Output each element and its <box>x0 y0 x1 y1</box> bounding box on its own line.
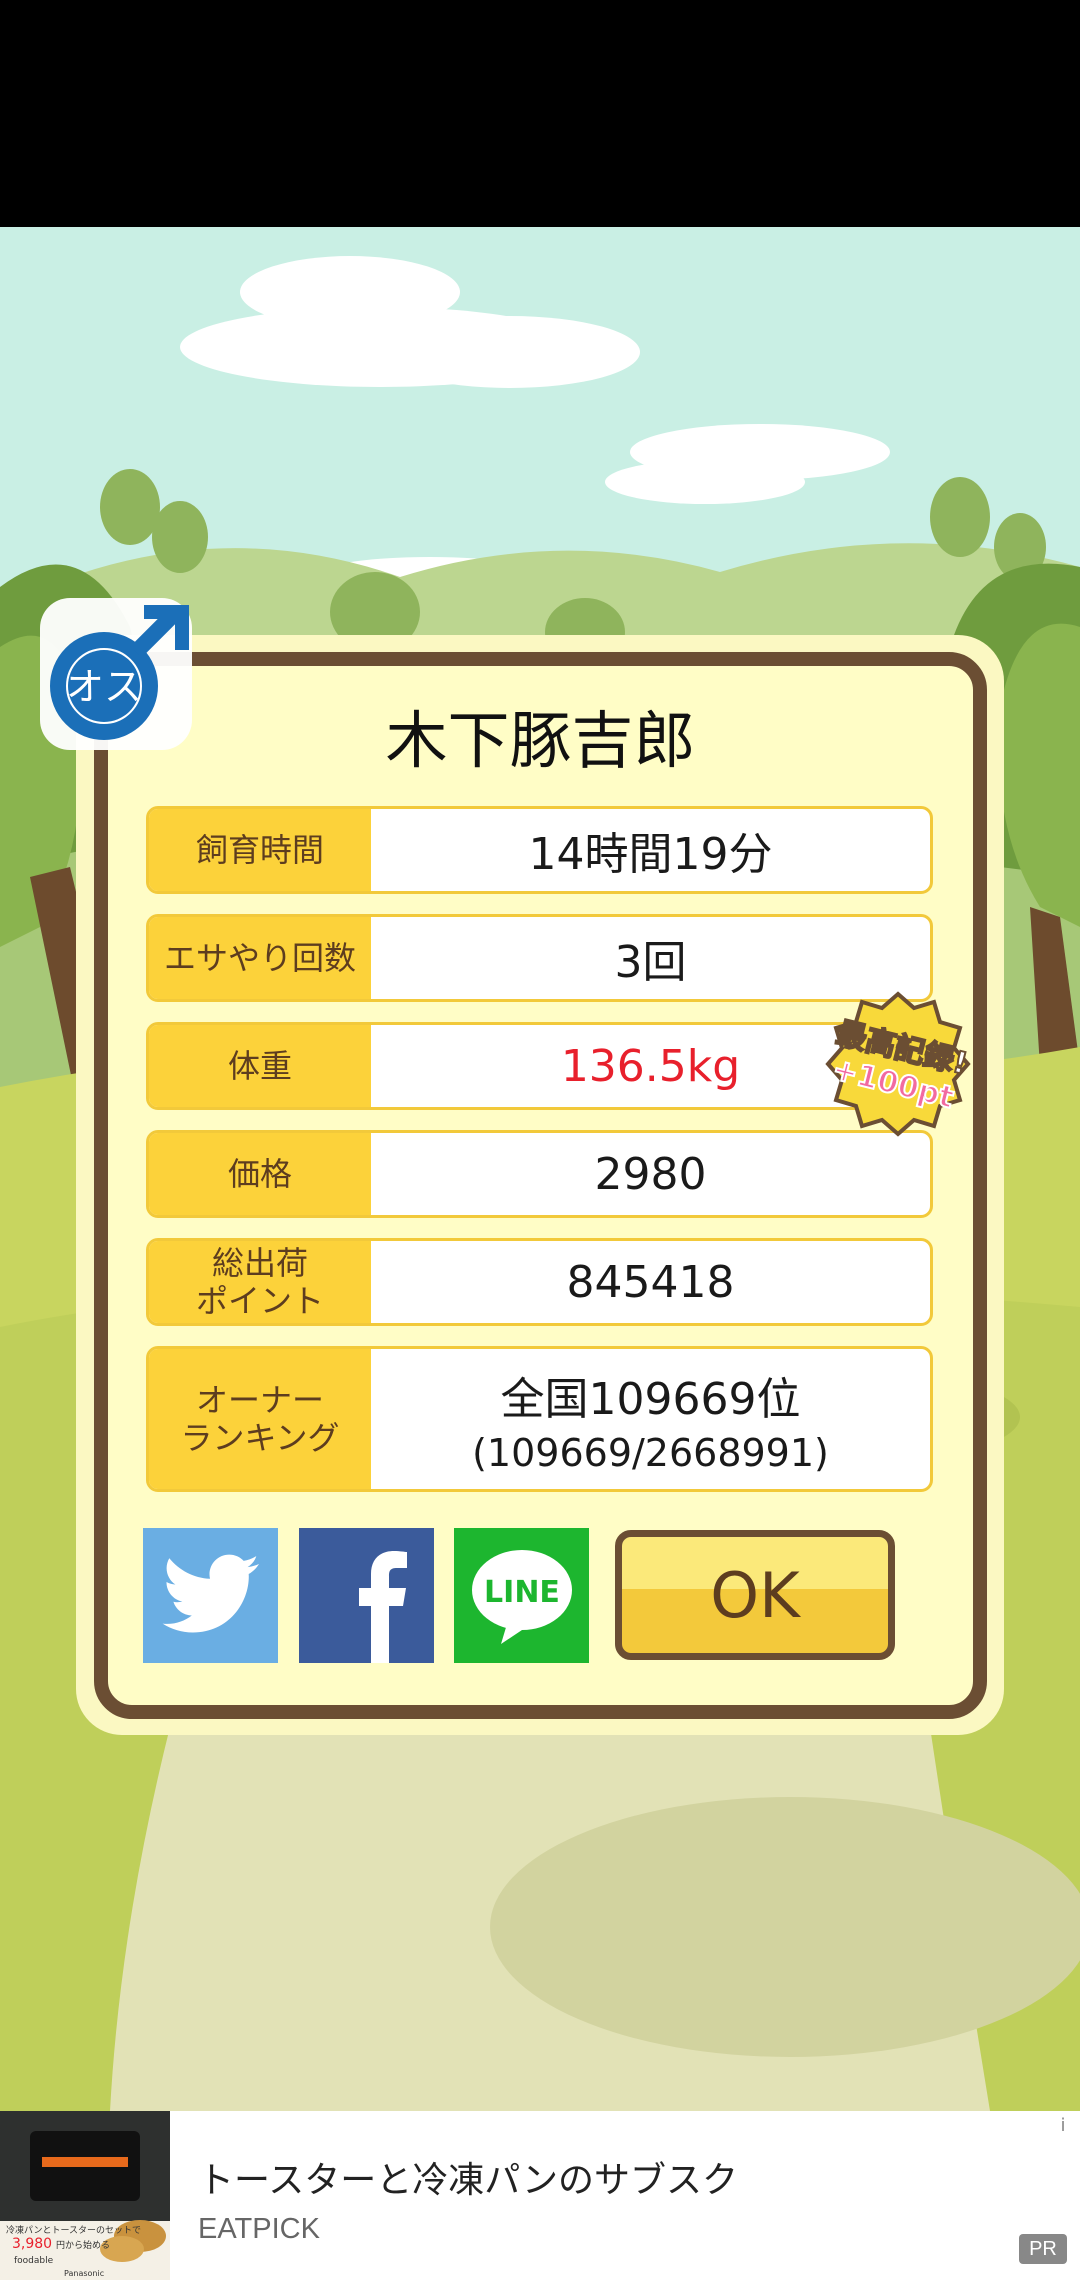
stat-value: 全国109669位 (109669/2668991) <box>371 1349 930 1489</box>
ad-title[interactable]: トースターと冷凍パンのサブスク <box>198 2151 738 2203</box>
stat-value: 2980 <box>594 1148 707 1200</box>
ok-button-label: OK <box>710 1558 800 1632</box>
pig-name: 木下豚吉郎 <box>385 704 696 777</box>
stat-row-total-points: 総出荷 ポイント 845418 <box>146 1238 933 1326</box>
stat-label: 総出荷 ポイント <box>149 1241 371 1323</box>
stat-row-feed-count: エサやり回数 3回 <box>146 914 933 1002</box>
ranking-national: 全国109669位 <box>500 1374 801 1425</box>
ad-thumb-maker: Panasonic <box>64 2269 104 2278</box>
stat-row-weight: 体重 136.5kg <box>146 1022 933 1110</box>
line-logo-text: LINE <box>484 1575 560 1610</box>
ad-info-icon[interactable]: i <box>1052 2115 1074 2137</box>
twitter-bird-icon <box>162 1554 259 1632</box>
status-bar <box>0 0 1080 227</box>
ranking-detail: (109669/2668991) <box>472 1431 829 1475</box>
ad-thumb-price: 3,980 <box>12 2236 52 2252</box>
stat-label: 体重 <box>149 1025 371 1107</box>
ad-thumb-price-suffix: 円から始める <box>56 2239 110 2251</box>
stat-label: 飼育時間 <box>149 809 371 891</box>
line-share-button[interactable]: LINE <box>454 1528 589 1663</box>
stat-label: 価格 <box>149 1133 371 1215</box>
record-badge: 最高記録! +100pt <box>824 990 972 1138</box>
ad-thumbnail[interactable]: 冷凍パンとトースターのセットで 3,980 円から始める foodable Pa… <box>0 2111 170 2280</box>
stat-value: 14時間19分 <box>528 829 773 880</box>
ad-thumb-brand: foodable <box>14 2256 54 2266</box>
stat-label: エサやり回数 <box>149 917 371 999</box>
ad-pr-badge: PR <box>1019 2234 1067 2264</box>
stat-label: オーナー ランキング <box>149 1349 371 1489</box>
ad-advertiser[interactable]: EATPICK <box>198 2213 320 2246</box>
stat-value: 845418 <box>566 1256 735 1308</box>
ok-button[interactable]: OK <box>615 1530 895 1660</box>
facebook-share-button[interactable] <box>299 1528 434 1663</box>
stat-value: 3回 <box>614 937 687 988</box>
ad-banner[interactable]: 冷凍パンとトースターのセットで 3,980 円から始める foodable Pa… <box>0 2111 1080 2280</box>
facebook-f-icon <box>359 1551 407 1663</box>
stat-row-price: 価格 2980 <box>146 1130 933 1218</box>
twitter-share-button[interactable] <box>143 1528 278 1663</box>
ad-thumb-text: 冷凍パンとトースターのセットで <box>6 2224 141 2236</box>
line-logo-icon: LINE <box>471 1549 572 1644</box>
stat-row-owner-ranking: オーナー ランキング 全国109669位 (109669/2668991) <box>146 1346 933 1492</box>
stat-row-feeding-time: 飼育時間 14時間19分 <box>146 806 933 894</box>
